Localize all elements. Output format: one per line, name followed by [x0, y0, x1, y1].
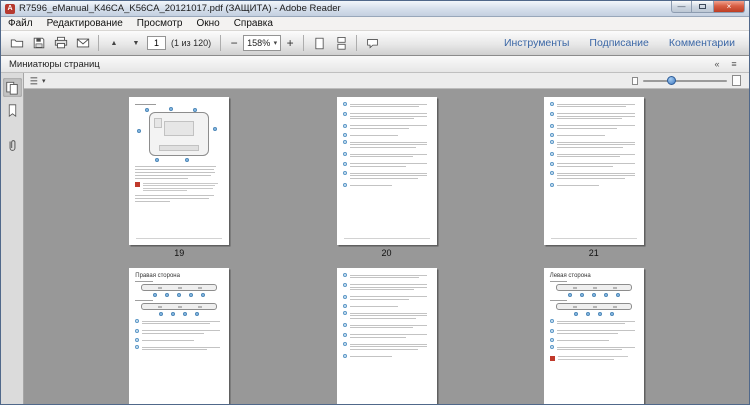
print-button[interactable] [50, 33, 72, 53]
maximize-button[interactable] [692, 1, 713, 13]
zoom-in-button[interactable]: + [281, 34, 299, 52]
print-icon [54, 36, 68, 49]
zoom-out-button[interactable]: − [225, 34, 243, 52]
thumbnail-page-title: Левая сторона [549, 273, 591, 279]
adobe-reader-app-icon: A [5, 3, 15, 14]
panel-menu-button[interactable]: ≡ [727, 58, 741, 71]
large-thumbnail-icon [732, 75, 741, 86]
menu-view[interactable]: Просмотр [130, 17, 190, 30]
thumbnail-size-slider[interactable] [643, 75, 727, 85]
comment-bubble-icon [366, 38, 378, 48]
thumbnails-panel: ▾ 19 20 21 Правая сторона Левая сторона [24, 73, 749, 404]
page-count-label: (1 из 120) [171, 38, 212, 48]
thumbnails-canvas[interactable]: 19 20 21 Правая сторона Левая сторона [24, 89, 749, 404]
zoom-level-value: 158% [247, 38, 271, 48]
thumbnail-page[interactable] [336, 97, 437, 245]
main-area: ▾ 19 20 21 Правая сторона Левая сторона [1, 73, 749, 404]
page-thumbnails-tab[interactable] [2, 78, 22, 97]
comment-button[interactable] [361, 33, 383, 53]
toolbar-separator [98, 35, 99, 51]
comments-button[interactable]: Комментарии [660, 35, 744, 51]
thumbnail-page-title: Правая сторона [135, 273, 180, 279]
thumbnail-page-number: 20 [381, 248, 392, 258]
thumbnail-row: 19 20 21 [24, 97, 749, 258]
toolbar-right-group: Инструменты Подписание Комментарии [495, 35, 744, 51]
toolbar: ▲ ▼ (1 из 120) − 158% ▾ + Инструменты По… [1, 31, 749, 56]
bookmarks-tab[interactable] [3, 101, 22, 120]
menu-file[interactable]: Файл [1, 17, 40, 30]
panel-header-buttons: « ≡ [707, 58, 741, 71]
save-icon [33, 37, 45, 49]
single-page-view-icon [315, 37, 324, 49]
next-page-icon: ▼ [132, 39, 140, 47]
thumbnail-page[interactable]: Левая сторона [543, 268, 644, 404]
chevron-down-icon: ▾ [42, 77, 46, 85]
next-page-button[interactable]: ▼ [125, 33, 147, 53]
thumbnail-size-slider-zone [632, 75, 744, 86]
page-thumbnail[interactable] [335, 268, 439, 404]
tools-button[interactable]: Инструменты [495, 35, 578, 51]
page-thumbnail[interactable]: Левая сторона [542, 268, 646, 404]
maximize-icon [699, 4, 706, 9]
toolbar-separator [220, 35, 222, 51]
menu-edit[interactable]: Редактирование [40, 17, 130, 30]
small-thumbnail-icon [632, 76, 638, 85]
thumbnail-page-number: 19 [174, 248, 185, 258]
page-thumbnail[interactable]: 20 [335, 97, 439, 258]
paperclip-icon [9, 140, 15, 151]
thumbnails-options-bar: ▾ [24, 73, 749, 89]
page-thumbnail[interactable]: 21 [542, 97, 646, 258]
single-page-view-button[interactable] [308, 33, 330, 53]
options-lines-icon [30, 76, 38, 84]
scrolling-view-icon [337, 36, 346, 50]
toolbar-separator [303, 35, 305, 51]
window-controls: — × [671, 1, 749, 13]
page-thumbnails-icon [6, 81, 18, 95]
zoom-level-select[interactable]: 158% ▾ [243, 35, 282, 51]
panel-title: Миниатюры страниц [9, 58, 100, 70]
save-button[interactable] [28, 33, 50, 53]
titlebar[interactable]: A R7596_eManual_K46CA_K56CA_20121017.pdf… [1, 1, 749, 17]
chevron-down-icon: ▾ [273, 40, 278, 47]
previous-page-icon: ▲ [110, 39, 118, 47]
sign-button[interactable]: Подписание [580, 35, 657, 51]
scrolling-view-button[interactable] [330, 33, 352, 53]
email-icon [76, 38, 90, 48]
thumbnail-page[interactable]: Правая сторона [129, 268, 230, 404]
thumbnails-panel-header: Миниатюры страниц « ≡ [1, 56, 749, 73]
collapse-panel-button[interactable]: « [710, 58, 724, 71]
menu-window[interactable]: Окно [189, 17, 226, 30]
toolbar-separator [356, 35, 358, 51]
attachments-tab[interactable] [3, 136, 22, 155]
email-button[interactable] [72, 33, 94, 53]
page-thumbnail[interactable]: Правая сторона [127, 268, 231, 404]
thumbnail-page[interactable] [336, 268, 437, 404]
adobe-reader-window: A R7596_eManual_K46CA_K56CA_20121017.pdf… [0, 0, 750, 405]
thumbnail-page[interactable] [129, 97, 230, 245]
open-button[interactable] [6, 33, 28, 53]
thumbnail-page[interactable] [543, 97, 644, 245]
page-thumbnail[interactable]: 19 [127, 97, 231, 258]
slider-handle[interactable] [666, 75, 676, 85]
menubar: Файл Редактирование Просмотр Окно Справк… [1, 17, 749, 31]
minimize-button[interactable]: — [671, 1, 692, 13]
previous-page-button[interactable]: ▲ [103, 33, 125, 53]
thumbnail-options-button[interactable]: ▾ [29, 75, 46, 87]
open-icon [10, 39, 24, 48]
menu-help[interactable]: Справка [227, 17, 280, 30]
close-button[interactable]: × [713, 1, 745, 13]
thumbnail-row: Правая сторона Левая сторона [24, 268, 749, 404]
navigation-icon-strip [1, 73, 24, 404]
thumbnail-page-number: 21 [588, 248, 599, 258]
page-number-input[interactable] [147, 36, 166, 50]
bookmark-icon [8, 104, 16, 117]
window-title: R7596_eManual_K46CA_K56CA_20121017.pdf (… [19, 3, 341, 14]
